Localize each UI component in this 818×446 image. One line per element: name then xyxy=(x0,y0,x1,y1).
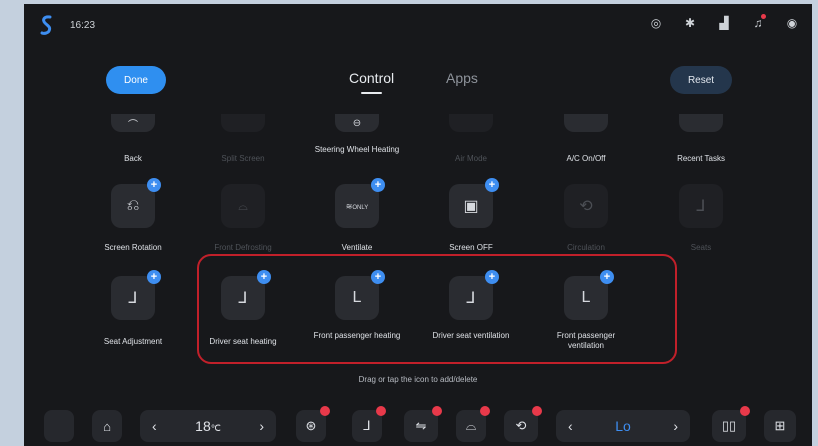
back-icon: ⌒ xyxy=(128,119,138,131)
left-temperature-value: 18℃ xyxy=(195,418,221,434)
home-icon: ⌂ xyxy=(103,418,111,434)
remove-badge-icon[interactable] xyxy=(740,406,750,416)
right-temperature-value: Lo xyxy=(615,418,631,434)
dock-blank-button[interactable] xyxy=(44,410,74,442)
seat-adjustment-tile[interactable]: ⅃ + xyxy=(111,270,161,320)
apps-grid-button[interactable]: ⊞ xyxy=(764,410,796,442)
add-badge-icon[interactable]: + xyxy=(147,270,161,284)
tile-label-ventilate: Ventilate xyxy=(341,243,373,252)
tile-label-air-mode: Air Mode xyxy=(454,154,487,163)
seat-heat-dock-button[interactable]: ⅃ xyxy=(352,406,386,442)
tile-label-circulation: Circulation xyxy=(567,243,605,252)
temp-decrease-right-icon[interactable]: ‹ xyxy=(568,418,573,434)
temp-decrease-left-icon[interactable]: ‹ xyxy=(152,418,157,434)
ac-toggle-tile[interactable] xyxy=(564,114,608,132)
air-mode-tile[interactable] xyxy=(449,114,493,132)
screen-off-tile[interactable]: ▣ + xyxy=(449,178,499,228)
done-button[interactable]: Done xyxy=(106,66,166,94)
screen-rotation-tile[interactable]: ⎌ + xyxy=(111,178,161,228)
recent-tasks-tile[interactable] xyxy=(679,114,723,132)
tile-label-split-screen: Split Screen xyxy=(221,154,265,163)
hotspot-icon[interactable]: ◎ xyxy=(648,15,664,31)
front-defrosting-tile[interactable]: ⌓ xyxy=(221,184,265,228)
front-defrost-icon: ⌓ xyxy=(465,418,477,433)
circulation-icon: ⟲ xyxy=(515,418,527,433)
ventilate-icon: ≋ONLY xyxy=(345,201,369,211)
tab-control[interactable]: Control xyxy=(349,70,394,94)
steering-wheel-icon: ⊖ xyxy=(352,117,362,129)
app-logo-icon xyxy=(40,15,52,35)
media-icon: ▯▯ xyxy=(721,418,737,433)
add-badge-icon[interactable]: + xyxy=(371,178,385,192)
remove-badge-icon[interactable] xyxy=(432,406,442,416)
seats-tile[interactable]: ⅃ xyxy=(679,184,723,228)
tile-label-back: Back xyxy=(124,154,142,163)
remove-badge-icon[interactable] xyxy=(480,406,490,416)
signal-icon: ▟ xyxy=(719,16,729,30)
seat-icon: ⅃ xyxy=(696,198,706,215)
screen-rotation-icon: ⎌ xyxy=(126,197,140,214)
tile-label-screen-rotation: Screen Rotation xyxy=(104,243,162,252)
steering-heat-dock-button[interactable]: ⊛ xyxy=(296,406,330,442)
apps-grid-icon: ⊞ xyxy=(774,418,786,433)
ventilate-icon-text: ONLY xyxy=(352,204,369,211)
temp-increase-left-icon[interactable]: › xyxy=(259,418,264,434)
tile-label-ac-toggle: A/C On/Off xyxy=(566,154,606,163)
steering-wheel-heating-tile[interactable]: ⊖ xyxy=(335,114,379,132)
remove-badge-icon[interactable] xyxy=(376,406,386,416)
tile-label-recent-tasks: Recent Tasks xyxy=(677,154,725,163)
media-dock-button[interactable]: ▯▯ xyxy=(712,406,750,442)
left-temperature-control[interactable]: ‹ 18℃ › xyxy=(140,410,276,442)
right-temperature-control[interactable]: ‹ Lo › xyxy=(556,410,690,442)
circulation-tile[interactable]: ⟲ xyxy=(564,184,608,228)
user-avatar-icon[interactable]: ◉ xyxy=(784,15,800,31)
steering-wheel-icon: ⊛ xyxy=(305,418,317,433)
tile-label-front-defrosting: Front Defrosting xyxy=(214,243,272,252)
status-bar: 16:23 ◎ ✱ ▟ ♫ ◉ xyxy=(24,4,812,44)
clock-time: 16:23 xyxy=(70,20,96,31)
front-defrost-icon: ⌓ xyxy=(238,198,248,213)
tile-label-seat-adjustment: Seat Adjustment xyxy=(103,337,163,346)
defrost-dock-button[interactable]: ⌓ xyxy=(456,406,490,442)
add-badge-icon[interactable]: + xyxy=(485,178,499,192)
remove-badge-icon[interactable] xyxy=(532,406,542,416)
seat-icon: ⅃ xyxy=(363,418,371,433)
home-button[interactable]: ⌂ xyxy=(92,410,122,442)
notification-bell-icon[interactable]: ♫ xyxy=(750,14,766,31)
seat-adjustment-icon: ⅃ xyxy=(128,290,138,307)
seat-ventilation-icon: ⇋ xyxy=(415,418,427,433)
tile-label-seats: Seats xyxy=(690,243,712,252)
ventilate-tile[interactable]: ≋ONLY + xyxy=(335,178,385,228)
reset-button[interactable]: Reset xyxy=(670,66,732,94)
tile-label-steering-wheel-heating: Steering Wheel Heating xyxy=(314,145,400,154)
screen-off-icon: ▣ xyxy=(463,198,479,215)
split-screen-tile[interactable] xyxy=(221,114,265,132)
remove-badge-icon[interactable] xyxy=(320,406,330,416)
temp-increase-right-icon[interactable]: › xyxy=(673,418,678,434)
add-badge-icon[interactable]: + xyxy=(147,178,161,192)
seat-vent-dock-button[interactable]: ⇋ xyxy=(404,406,442,442)
back-tile[interactable]: ⌒ xyxy=(111,114,155,132)
tile-label-screen-off: Screen OFF xyxy=(449,243,493,252)
status-icons: ◎ ✱ ▟ ♫ ◉ xyxy=(648,14,800,31)
car-screen: 16:23 ◎ ✱ ▟ ♫ ◉ Done Control Apps Reset … xyxy=(24,4,812,446)
highlight-box xyxy=(197,254,677,364)
circulation-icon: ⟲ xyxy=(579,198,593,215)
drag-hint: Drag or tap the icon to add/delete xyxy=(358,375,478,384)
bluetooth-icon[interactable]: ✱ xyxy=(682,15,698,31)
tab-apps[interactable]: Apps xyxy=(446,70,478,86)
circulation-dock-button[interactable]: ⟲ xyxy=(504,406,542,442)
